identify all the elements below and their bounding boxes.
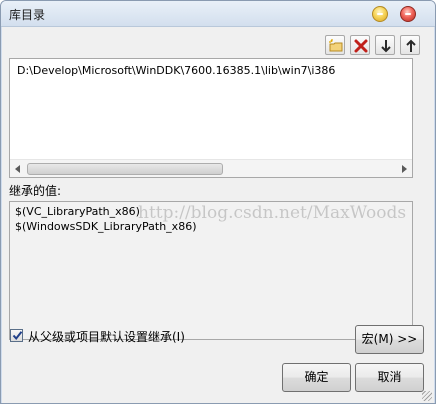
macros-button[interactable]: 宏(M) >> <box>355 325 424 354</box>
new-line-icon <box>329 39 343 52</box>
scrollbar-thumb[interactable] <box>27 163 223 175</box>
move-down-button[interactable] <box>375 35 395 55</box>
library-directories-list[interactable]: D:\Develop\Microsoft\WinDDK\7600.16385.1… <box>9 58 413 178</box>
dialog-window: 库目录 D:\Develop\Microsoft\WinDDK\7600.163… <box>0 0 436 404</box>
inherited-values-list: $(VC_LibraryPath_x86) $(WindowsSDK_Libra… <box>9 201 413 340</box>
list-item[interactable]: D:\Develop\Microsoft\WinDDK\7600.16385.1… <box>17 64 335 77</box>
arrow-up-icon <box>406 39 416 52</box>
scroll-left-icon[interactable] <box>15 165 20 173</box>
horizontal-scrollbar[interactable] <box>10 159 412 177</box>
delete-line-button[interactable] <box>350 35 370 55</box>
scroll-right-icon[interactable] <box>402 165 407 173</box>
cancel-button[interactable]: 取消 <box>355 363 424 392</box>
new-line-button[interactable] <box>325 35 345 55</box>
dialog-client: D:\Develop\Microsoft\WinDDK\7600.16385.1… <box>2 27 434 403</box>
close-icon[interactable] <box>400 6 416 22</box>
title-bar[interactable]: 库目录 <box>1 1 435 27</box>
minimize-icon[interactable] <box>372 6 388 22</box>
list-item: $(WindowsSDK_LibraryPath_x86) <box>15 220 197 233</box>
inherit-checkbox[interactable] <box>10 329 23 342</box>
ok-button[interactable]: 确定 <box>282 363 351 392</box>
checkmark-icon <box>12 331 23 341</box>
delete-icon <box>354 39 368 53</box>
window-title: 库目录 <box>9 8 46 22</box>
inherit-checkbox-label[interactable]: 从父级或项目默认设置继承(I) <box>28 328 185 345</box>
inherited-values-label: 继承的值: <box>9 184 62 198</box>
list-item: $(VC_LibraryPath_x86) <box>15 205 140 218</box>
move-up-button[interactable] <box>400 35 420 55</box>
resize-grip[interactable] <box>422 391 432 401</box>
arrow-down-icon <box>381 40 391 53</box>
